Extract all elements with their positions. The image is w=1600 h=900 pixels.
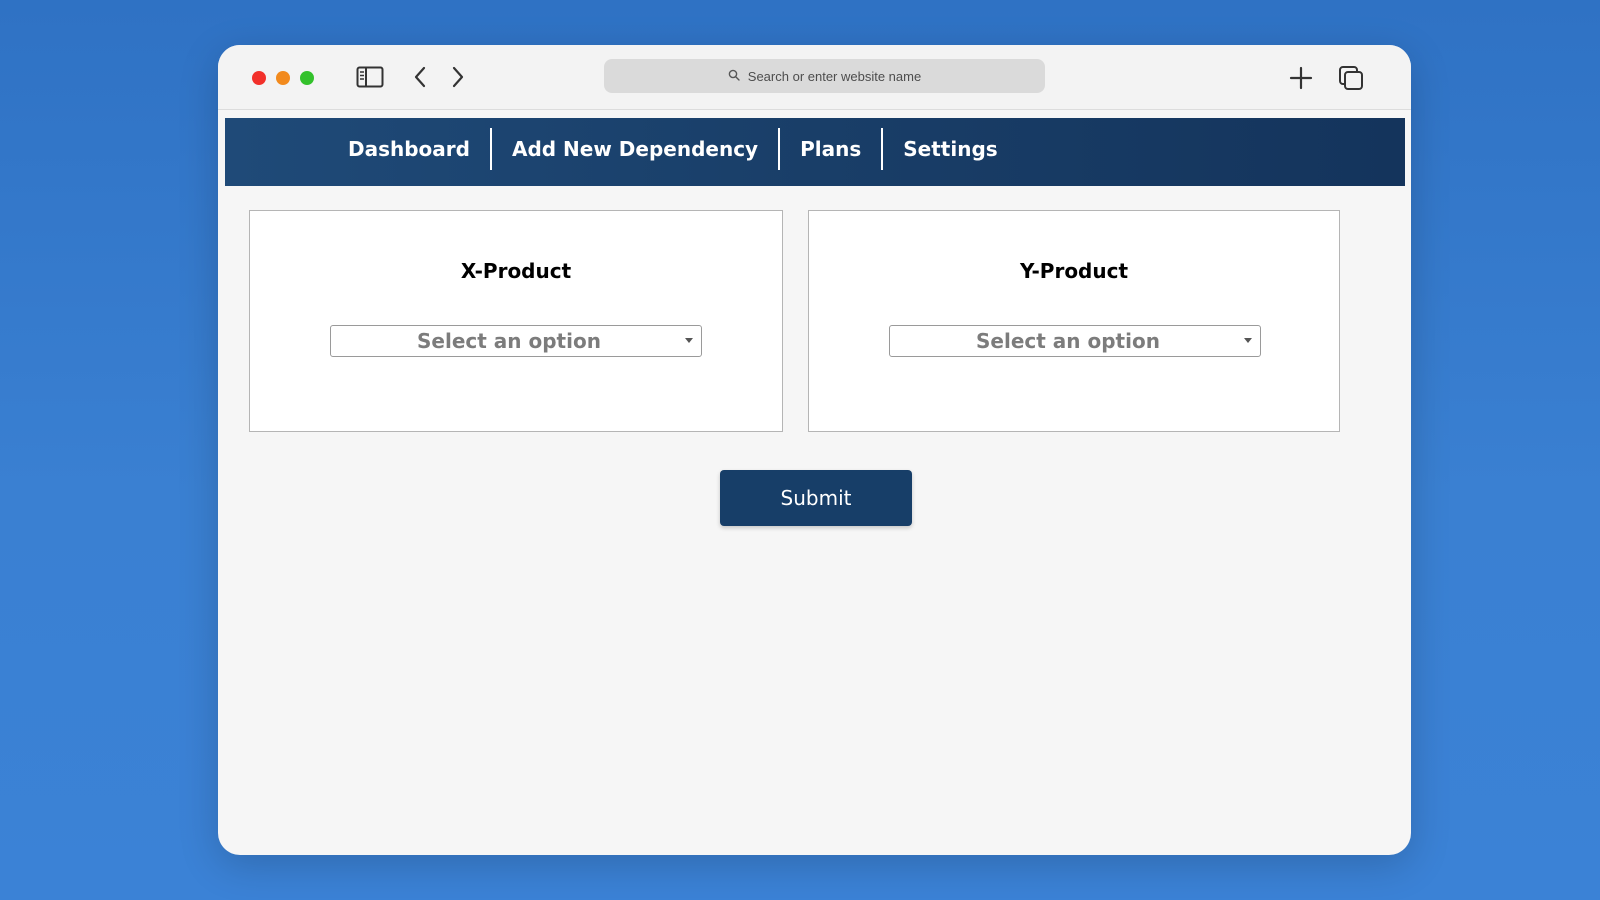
dropdown-arrow-icon [685, 338, 693, 343]
search-icon [728, 69, 740, 84]
y-product-select-value: Select an option [976, 329, 1160, 353]
x-product-card: X-Product Select an option [249, 210, 783, 432]
x-product-title: X-Product [460, 259, 572, 283]
x-product-select[interactable]: Select an option [330, 325, 702, 357]
browser-window: Search or enter website name Dashboard A… [218, 45, 1411, 855]
nav-menu: Dashboard Add New Dependency Plans Setti… [328, 128, 1018, 170]
submit-button[interactable]: Submit [720, 470, 912, 526]
nav-item-add-new-dependency[interactable]: Add New Dependency [492, 128, 778, 170]
address-placeholder: Search or enter website name [747, 68, 922, 84]
browser-titlebar: Search or enter website name [218, 45, 1411, 110]
tabs-overview-icon[interactable] [1336, 63, 1366, 93]
minimize-window-button[interactable] [276, 71, 290, 85]
maximize-window-button[interactable] [300, 71, 314, 85]
dropdown-arrow-icon [1244, 338, 1252, 343]
y-product-card: Y-Product Select an option [808, 210, 1340, 432]
chevron-left-icon[interactable] [408, 63, 432, 91]
nav-item-settings[interactable]: Settings [883, 128, 1017, 170]
chevron-right-icon[interactable] [446, 63, 470, 91]
x-product-select-value: Select an option [417, 329, 601, 353]
main-navbar: Dashboard Add New Dependency Plans Setti… [225, 118, 1405, 186]
y-product-title: Y-Product [1019, 259, 1129, 283]
nav-item-dashboard[interactable]: Dashboard [328, 128, 490, 170]
nav-item-plans[interactable]: Plans [780, 128, 881, 170]
address-bar[interactable]: Search or enter website name [604, 59, 1045, 93]
close-window-button[interactable] [252, 71, 266, 85]
y-product-select[interactable]: Select an option [889, 325, 1261, 357]
plus-icon[interactable] [1286, 63, 1316, 93]
sidebar-icon[interactable] [356, 65, 384, 89]
